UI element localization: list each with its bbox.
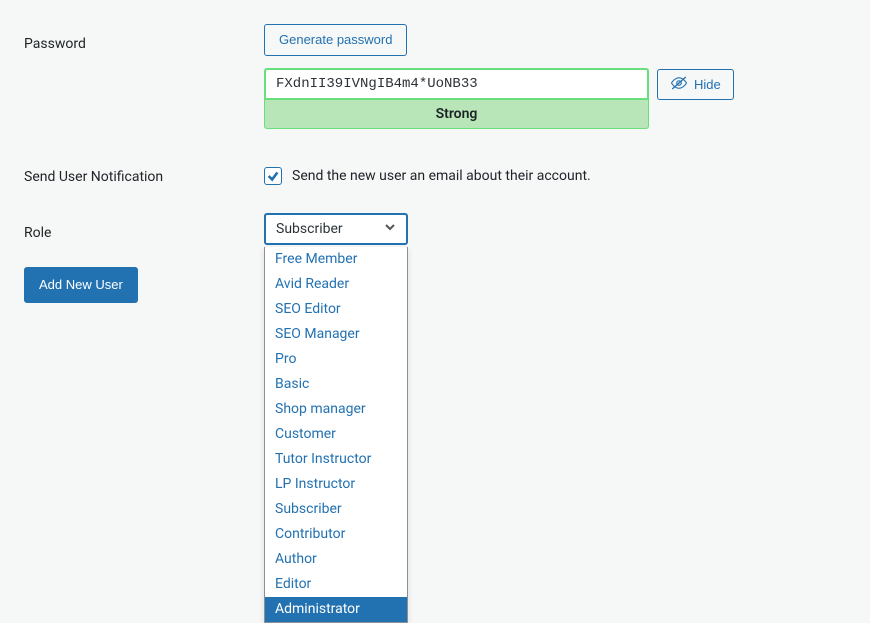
role-selected-value: Subscriber <box>276 221 343 237</box>
password-row: Password Generate password Hide Strong <box>24 24 846 129</box>
role-option[interactable]: Administrator <box>265 597 407 622</box>
eye-slash-icon <box>670 76 688 93</box>
notification-checkbox-label: Send the new user an email about their a… <box>292 168 591 184</box>
hide-password-button[interactable]: Hide <box>657 69 734 100</box>
notification-row: Send User Notification Send the new user… <box>24 157 846 185</box>
password-wrapper: Hide Strong <box>264 68 846 129</box>
role-control: Subscriber Free MemberAvid ReaderSEO Edi… <box>264 213 846 245</box>
notification-checkbox-wrap: Send the new user an email about their a… <box>264 157 846 185</box>
notification-checkbox[interactable] <box>264 167 282 185</box>
check-icon <box>266 169 280 183</box>
notification-control: Send the new user an email about their a… <box>264 157 846 185</box>
role-option[interactable]: Contributor <box>265 522 407 547</box>
add-new-user-button[interactable]: Add New User <box>24 267 138 303</box>
generate-password-button[interactable]: Generate password <box>264 24 407 56</box>
password-strength-meter: Strong <box>264 100 649 129</box>
password-label: Password <box>24 24 264 52</box>
password-input-row: Hide <box>264 68 846 100</box>
role-option[interactable]: SEO Manager <box>265 322 407 347</box>
chevron-down-icon <box>382 219 398 239</box>
role-select-wrap: Subscriber Free MemberAvid ReaderSEO Edi… <box>264 213 408 245</box>
role-option[interactable]: Basic <box>265 372 407 397</box>
role-option[interactable]: Subscriber <box>265 497 407 522</box>
hide-button-label: Hide <box>694 77 721 92</box>
password-control: Generate password Hide Strong <box>264 24 846 129</box>
submit-row: Add New User <box>24 267 846 303</box>
role-option[interactable]: Tutor Instructor <box>265 447 407 472</box>
role-option[interactable]: Author <box>265 547 407 572</box>
role-label: Role <box>24 213 264 241</box>
role-option[interactable]: Pro <box>265 347 407 372</box>
role-option[interactable]: Customer <box>265 422 407 447</box>
role-select[interactable]: Subscriber <box>264 213 408 245</box>
notification-label: Send User Notification <box>24 157 264 185</box>
role-row: Role Subscriber Free MemberAvid ReaderSE… <box>24 213 846 245</box>
role-option[interactable]: SEO Editor <box>265 297 407 322</box>
role-option[interactable]: Avid Reader <box>265 272 407 297</box>
role-option[interactable]: LP Instructor <box>265 472 407 497</box>
role-option[interactable]: Free Member <box>265 247 407 272</box>
password-input[interactable] <box>264 68 649 100</box>
role-dropdown-list: Free MemberAvid ReaderSEO EditorSEO Mana… <box>264 247 408 623</box>
role-option[interactable]: Shop manager <box>265 397 407 422</box>
role-option[interactable]: Editor <box>265 572 407 597</box>
